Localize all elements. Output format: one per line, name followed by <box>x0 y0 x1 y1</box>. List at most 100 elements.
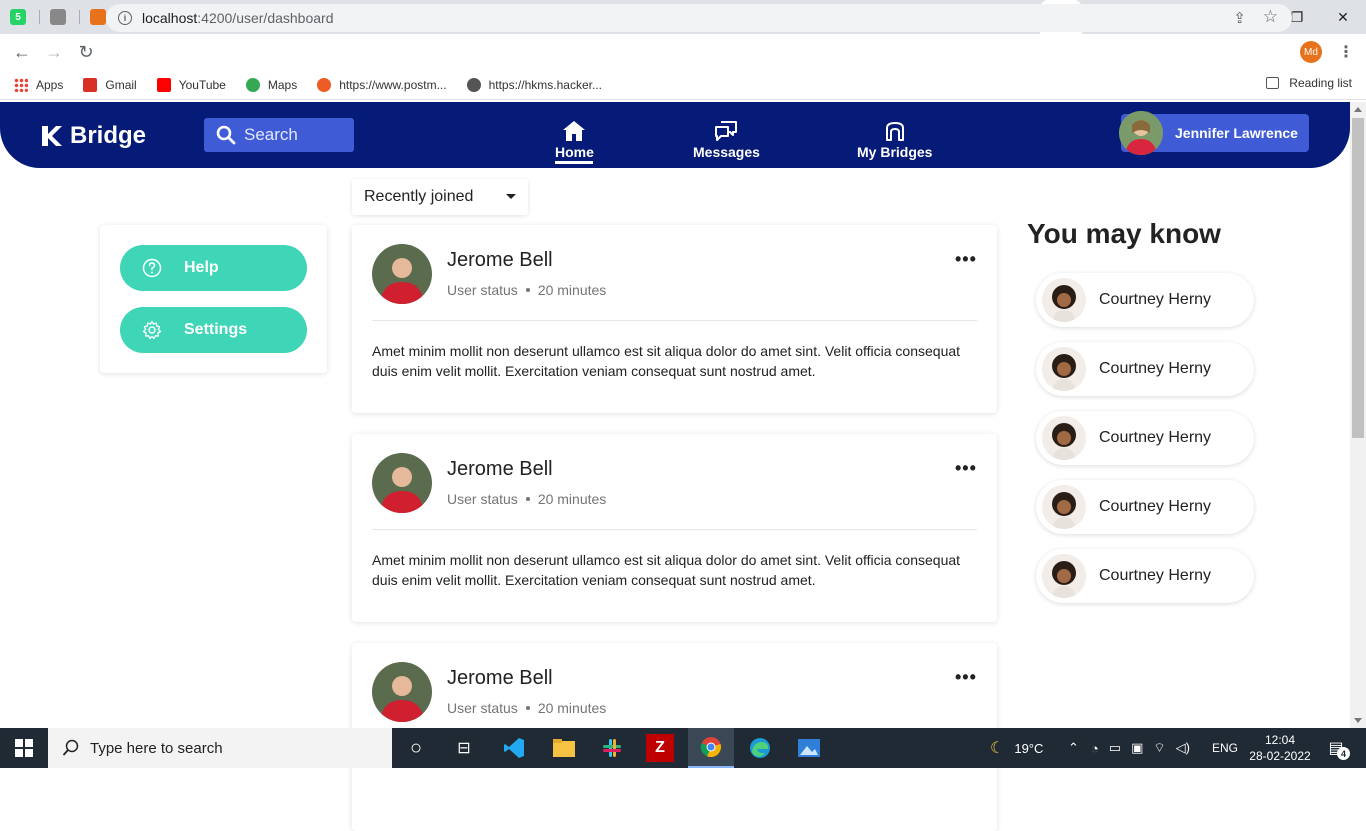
help-icon <box>142 258 162 278</box>
suggested-person-avatar <box>1042 416 1086 460</box>
post-card: Jerome Bell User status 20 minutes ••• Amet … <box>352 434 997 622</box>
browser-tab[interactable]: 5 <box>0 0 40 34</box>
filezilla-icon[interactable]: Z <box>646 734 674 762</box>
bookmark-label: Maps <box>267 77 298 92</box>
site-info-icon[interactable]: i <box>118 11 132 25</box>
file-explorer-icon[interactable] <box>550 734 578 762</box>
search-input[interactable]: Search <box>204 118 354 152</box>
nav-messages[interactable]: Messages <box>693 120 760 160</box>
reload-icon[interactable]: ↻ <box>70 36 102 68</box>
bookmark-item[interactable]: https://www.postm... <box>317 77 447 92</box>
volume-icon[interactable]: ◁) <box>1176 740 1190 756</box>
nav-my-bridges-label: My Bridges <box>857 144 933 160</box>
windows-start-icon[interactable] <box>10 734 38 762</box>
cortana-icon[interactable]: ○ <box>402 734 430 762</box>
settings-label: Settings <box>184 321 248 338</box>
more-options-icon[interactable]: ••• <box>955 458 977 479</box>
notification-count: 4 <box>1337 747 1350 760</box>
slack-icon[interactable] <box>598 734 626 762</box>
task-view-icon[interactable]: ⊟ <box>450 734 478 762</box>
more-options-icon[interactable]: ••• <box>955 249 977 270</box>
url-host: localhost <box>142 10 198 26</box>
page-scrollbar[interactable] <box>1350 102 1366 728</box>
post-author-avatar[interactable] <box>372 662 432 722</box>
notification-center-icon[interactable]: ▤ 4 <box>1322 734 1350 762</box>
scroll-up-icon[interactable] <box>1354 107 1362 112</box>
reading-list-button[interactable]: Reading list <box>1266 76 1352 90</box>
clock[interactable]: 12:04 28-02-2022 <box>1248 732 1312 764</box>
post-meta: User status 20 minutes <box>447 282 606 298</box>
language-indicator[interactable]: ENG <box>1212 728 1238 768</box>
profile-avatar[interactable]: Md <box>1300 41 1322 63</box>
close-window-button[interactable]: ✕ <box>1320 0 1366 34</box>
share-icon[interactable]: ⇪ <box>1233 9 1246 27</box>
taskbar-search-input[interactable]: Type here to search <box>48 728 392 768</box>
suggested-person[interactable]: Courtney Herny <box>1036 411 1254 465</box>
photos-icon[interactable] <box>795 734 823 762</box>
scroll-thumb[interactable] <box>1352 118 1364 438</box>
browser-menu-icon[interactable]: ⋮ <box>1338 42 1354 62</box>
tray-chevron-icon[interactable]: ⌃ <box>1068 740 1079 756</box>
bookmark-item[interactable]: Apps <box>14 77 64 92</box>
post-author-name[interactable]: Jerome Bell <box>447 249 553 272</box>
scroll-down-icon[interactable] <box>1354 718 1362 723</box>
suggested-person-avatar <box>1042 554 1086 598</box>
post-time: 20 minutes <box>537 282 607 298</box>
chrome-taskbar-icon[interactable] <box>688 728 734 768</box>
bookmark-label: Apps <box>36 77 64 92</box>
wifi-icon[interactable]: ⌔ <box>1153 740 1165 756</box>
meta-dot <box>525 497 530 501</box>
user-menu-button[interactable]: Jennifer Lawrence <box>1119 111 1309 155</box>
weather-widget[interactable]: ☾ 19°C <box>990 728 1043 768</box>
sort-dropdown[interactable]: Recently joined <box>352 179 528 215</box>
post-author-avatar[interactable] <box>372 244 432 304</box>
edge-icon[interactable] <box>746 734 774 762</box>
html-icon <box>90 9 106 25</box>
clock-date: 28-02-2022 <box>1249 749 1311 763</box>
nav-home[interactable]: Home <box>555 120 594 164</box>
suggested-person[interactable]: Courtney Herny <box>1036 549 1254 603</box>
post-card: Jerome Bell User status 20 minutes ••• Amet … <box>352 225 997 413</box>
brand-name: Bridge <box>70 122 147 149</box>
user-avatar <box>1119 111 1163 155</box>
nav-my-bridges[interactable]: My Bridges <box>857 120 932 160</box>
battery-icon[interactable]: ▭ <box>1109 740 1121 756</box>
bookmark-item[interactable]: Maps <box>245 77 298 92</box>
post-author-avatar[interactable] <box>372 453 432 513</box>
vscode-icon[interactable] <box>500 734 528 762</box>
help-button[interactable]: Help <box>120 245 307 291</box>
search-icon <box>62 739 79 756</box>
back-arrow-icon[interactable]: ← <box>6 36 38 68</box>
post-divider <box>372 529 977 530</box>
search-placeholder: Search <box>244 125 298 144</box>
bridge-icon <box>885 122 904 141</box>
meta-dot <box>525 706 530 710</box>
post-body: Amet minim mollit non deserunt ullamco e… <box>372 552 961 588</box>
browser-tab[interactable] <box>40 0 80 34</box>
suggested-person[interactable]: Courtney Herny <box>1036 273 1254 327</box>
settings-button[interactable]: Settings <box>120 307 307 353</box>
bookmark-item[interactable]: https://hkms.hacker... <box>466 77 602 92</box>
suggested-person-name: Courtney Herny <box>1099 498 1212 515</box>
post-author-name[interactable]: Jerome Bell <box>447 458 553 481</box>
bookmark-star-icon[interactable]: ☆ <box>1263 7 1278 27</box>
post-divider <box>372 320 977 321</box>
post-author-name[interactable]: Jerome Bell <box>447 667 553 690</box>
globe-icon <box>466 77 481 92</box>
brand-logo[interactable]: Bridge <box>40 122 146 150</box>
more-options-icon[interactable]: ••• <box>955 667 977 688</box>
meet-icon[interactable]: ▣ <box>1131 740 1143 756</box>
reading-list-label: Reading list <box>1289 76 1352 90</box>
network-icon[interactable]: ◔ <box>1091 741 1099 756</box>
sidebar-card: Help Settings <box>100 225 327 373</box>
url-omnibox[interactable]: i localhost:4200/user/dashboard ⇪ ☆ <box>106 4 1292 32</box>
post-user-status: User status <box>447 491 518 507</box>
messages-icon <box>715 121 738 141</box>
bookmark-item[interactable]: Gmail <box>83 77 137 92</box>
bookmark-item[interactable]: YouTube <box>156 77 226 92</box>
suggested-person[interactable]: Courtney Herny <box>1036 342 1254 396</box>
forward-arrow-icon[interactable]: → <box>38 36 70 68</box>
caret-down-icon <box>506 194 516 199</box>
suggested-person[interactable]: Courtney Herny <box>1036 480 1254 534</box>
apps-grid-icon <box>14 77 28 92</box>
